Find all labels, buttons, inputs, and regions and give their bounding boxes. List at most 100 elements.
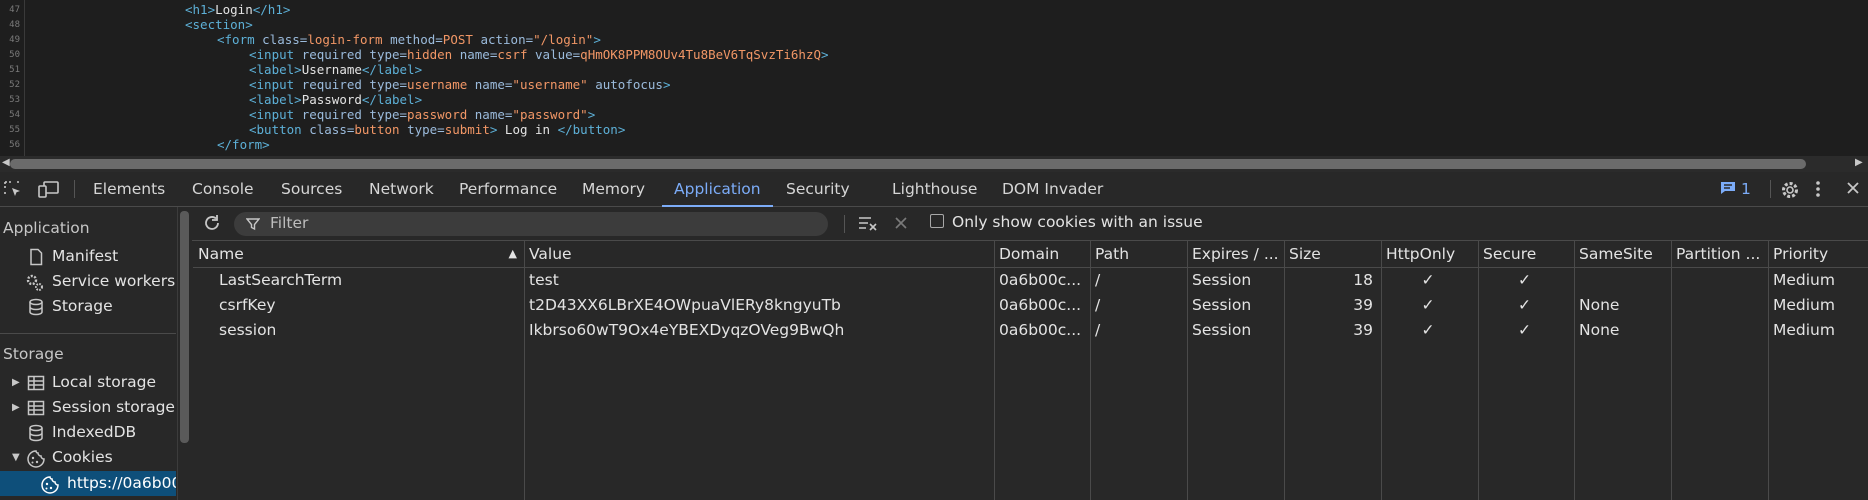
cell-partition[interactable] [1676, 293, 1760, 318]
cell-domain[interactable]: 0a6b00c... [999, 318, 1082, 343]
tab-elements[interactable]: Elements [81, 172, 177, 206]
cell-samesite[interactable]: None [1579, 293, 1663, 318]
delete-selected-icon[interactable] [894, 216, 914, 234]
cell-priority[interactable]: Medium [1773, 293, 1860, 318]
column-header-domain[interactable]: Domain [999, 241, 1085, 267]
tab-application[interactable]: Application [662, 172, 773, 207]
cookie-icon [26, 449, 45, 468]
cell-expires[interactable]: Session [1192, 318, 1276, 343]
cell-samesite[interactable] [1579, 268, 1663, 293]
cell-priority[interactable]: Medium [1773, 268, 1860, 293]
cell-size[interactable]: 39 [1289, 293, 1373, 318]
sidebar-item-local-storage[interactable]: ▶ Local storage [0, 370, 176, 395]
cell-partition[interactable] [1676, 318, 1760, 343]
column-header-expires[interactable]: Expires / ... [1192, 241, 1279, 267]
table-icon [27, 399, 45, 417]
column-header-label: SameSite [1579, 245, 1653, 263]
clear-all-cookies-icon[interactable] [858, 215, 878, 233]
sidebar-scrollbar[interactable] [177, 207, 191, 500]
sidebar-item-label: Storage [52, 297, 113, 315]
sidebar-item-indexeddb[interactable]: IndexedDB [0, 420, 176, 445]
column-header-samesite[interactable]: SameSite [1579, 241, 1666, 267]
cell-httponly[interactable]: ✓ [1386, 318, 1470, 343]
column-header-partition[interactable]: Partition ... [1676, 241, 1763, 267]
cookies-toolbar: Filter Only show cookies with an issue [192, 207, 1868, 241]
toolbar-divider [74, 180, 75, 198]
filter-input[interactable]: Filter [234, 212, 828, 236]
column-header-priority[interactable]: Priority [1773, 241, 1863, 267]
cell-path[interactable]: / [1095, 318, 1179, 343]
cell-expires[interactable]: Session [1192, 268, 1276, 293]
more-options-icon[interactable] [1815, 180, 1825, 198]
tab-console[interactable]: Console [180, 172, 266, 206]
sidebar-item-storage[interactable]: Storage [0, 294, 176, 319]
only-issues-checkbox[interactable]: Only show cookies with an issue [930, 213, 1203, 231]
sidebar-item-session-storage[interactable]: ▶ Session storage [0, 395, 176, 420]
tab-dom-invader[interactable]: DOM Invader [990, 172, 1115, 206]
cell-name[interactable]: session [219, 318, 516, 343]
cell-httponly[interactable]: ✓ [1386, 293, 1470, 318]
cell-value[interactable]: t2D43XX6LBrXE4OWpuaVlERy8kngyuTb [529, 293, 986, 318]
cell-path[interactable]: / [1095, 268, 1179, 293]
line-number: 47 [9, 5, 20, 15]
cell-secure[interactable]: ✓ [1483, 293, 1566, 318]
tab-performance[interactable]: Performance [447, 172, 569, 206]
issues-indicator[interactable]: 1 [1720, 172, 1751, 206]
refresh-icon[interactable] [202, 213, 222, 231]
cell-samesite[interactable]: None [1579, 318, 1663, 343]
checkbox-box[interactable] [930, 214, 944, 228]
sidebar-item-manifest[interactable]: Manifest [0, 244, 176, 269]
column-header-secure[interactable]: Secure [1483, 241, 1569, 267]
sidebar-item-service-workers[interactable]: Service workers [0, 269, 176, 294]
settings-gear-icon[interactable] [1780, 180, 1800, 198]
cell-name[interactable]: LastSearchTerm [219, 268, 516, 293]
code-token: action= [480, 32, 534, 47]
scrollbar-thumb[interactable] [10, 159, 1806, 169]
code-token: name= [459, 47, 498, 62]
expand-arrow-icon[interactable]: ▶ [12, 370, 20, 395]
tab-sources[interactable]: Sources [269, 172, 354, 206]
column-header-name[interactable]: Name ▲ [198, 241, 519, 267]
tab-network[interactable]: Network [357, 172, 446, 206]
collapse-arrow-icon[interactable]: ▼ [12, 445, 20, 470]
table-icon [27, 374, 45, 392]
cell-secure[interactable]: ✓ [1483, 318, 1566, 343]
cell-value[interactable]: test [529, 268, 986, 293]
expand-arrow-icon[interactable]: ▶ [12, 395, 20, 420]
cell-path[interactable]: / [1095, 293, 1179, 318]
scroll-right-arrow-icon[interactable]: ▶ [1855, 157, 1863, 168]
column-header-path[interactable]: Path [1095, 241, 1182, 267]
column-header-httponly[interactable]: HttpOnly [1386, 241, 1473, 267]
cell-expires[interactable]: Session [1192, 293, 1276, 318]
cell-size[interactable]: 18 [1289, 268, 1373, 293]
only-issues-label: Only show cookies with an issue [952, 213, 1203, 231]
cell-size[interactable]: 39 [1289, 318, 1373, 343]
code-token: password [407, 107, 475, 122]
tab-memory[interactable]: Memory [570, 172, 657, 206]
sidebar-item-cookies[interactable]: ▼ Cookies [0, 445, 176, 470]
cell-secure[interactable]: ✓ [1483, 268, 1566, 293]
scroll-left-arrow-icon[interactable]: ◀ [2, 157, 10, 168]
cell-httponly[interactable]: ✓ [1386, 268, 1470, 293]
tab-lighthouse[interactable]: Lighthouse [880, 172, 989, 206]
cell-domain[interactable]: 0a6b00c... [999, 293, 1082, 318]
scrollbar-thumb[interactable] [180, 211, 189, 443]
column-header-label: Name [198, 245, 244, 263]
cell-name[interactable]: csrfKey [219, 293, 516, 318]
tab-security[interactable]: Security [774, 172, 862, 206]
sidebar-item-label: Service workers [52, 272, 176, 290]
close-devtools-icon[interactable] [1845, 180, 1865, 198]
source-horizontal-scrollbar[interactable]: ◀ ▶ [0, 156, 1868, 172]
cell-priority[interactable]: Medium [1773, 318, 1860, 343]
cell-domain[interactable]: 0a6b00c... [999, 268, 1082, 293]
code-token: name= [474, 77, 513, 92]
sidebar-item-cookie-origin[interactable]: https://0a6b00 [0, 471, 176, 496]
cell-value[interactable]: Ikbrso60wT9Ox4eYBEXDyqzOVeg9BwQh [529, 318, 986, 343]
cell-partition[interactable] [1676, 268, 1760, 293]
column-header-label: Expires / ... [1192, 245, 1279, 263]
device-toolbar-icon[interactable] [38, 180, 59, 198]
column-header-value[interactable]: Value [529, 241, 989, 267]
column-divider [524, 241, 525, 500]
inspect-element-icon[interactable] [3, 180, 23, 198]
column-header-size[interactable]: Size [1289, 241, 1376, 267]
